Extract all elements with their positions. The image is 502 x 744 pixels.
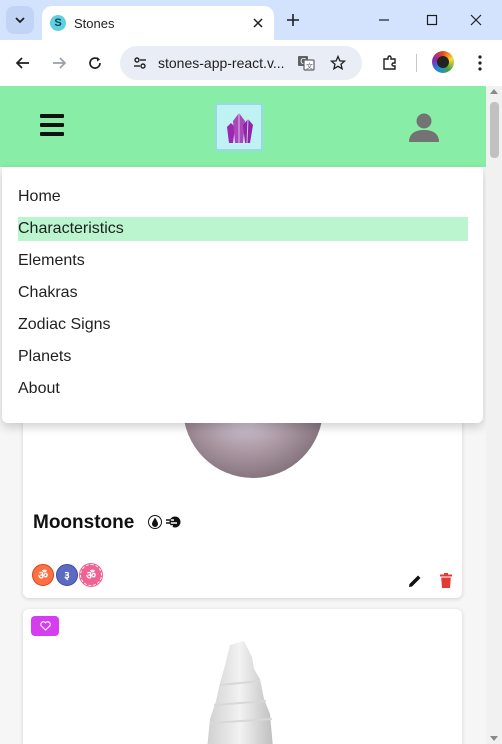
chevron-down-icon [15, 17, 25, 24]
stone-name: Moonstone [33, 512, 135, 533]
svg-text:文: 文 [306, 62, 313, 71]
tab-title: Stones [74, 15, 115, 31]
close-icon [253, 18, 263, 28]
minimize-button[interactable] [372, 8, 396, 32]
browser-menu-button[interactable] [466, 49, 494, 77]
site-info-button[interactable] [128, 51, 152, 75]
reload-button[interactable] [81, 49, 109, 77]
delete-button[interactable] [437, 571, 455, 589]
hamburger-line [40, 123, 64, 127]
stone-image [207, 641, 273, 744]
account-icon[interactable] [408, 112, 440, 142]
tab-search-button[interactable] [6, 6, 34, 34]
back-button[interactable] [9, 49, 37, 77]
heart-icon [39, 621, 51, 631]
menu-item-planets[interactable]: Planets [18, 345, 468, 369]
page-scrollbar[interactable] [486, 86, 502, 744]
chakra-sacral-icon: ॐ [32, 564, 54, 586]
profile-avatar[interactable] [432, 51, 454, 73]
stone-card[interactable]: Moonstone ॐ ३ ॐ [23, 406, 462, 598]
wind-icon [165, 514, 181, 530]
plus-icon [287, 14, 299, 26]
browser-tab[interactable]: S Stones [42, 6, 274, 40]
arrow-left-icon [15, 57, 29, 69]
translate-button[interactable]: G文 [294, 51, 318, 75]
menu-item-characteristics[interactable]: Characteristics [18, 217, 468, 241]
bookmark-button[interactable] [326, 51, 350, 75]
favorite-button[interactable] [31, 616, 59, 636]
close-icon [470, 14, 482, 26]
menu-item-chakras[interactable]: Chakras [18, 281, 468, 305]
menu-item-zodiac-signs[interactable]: Zodiac Signs [18, 313, 468, 337]
pencil-icon [409, 575, 421, 587]
hamburger-line [40, 132, 64, 136]
url-text: stones-app-react.v... [158, 55, 285, 71]
tab-close-button[interactable] [248, 13, 268, 33]
reload-icon [89, 57, 101, 69]
window-close-button[interactable] [464, 8, 488, 32]
browser-toolbar: stones-app-react.v... G文 [0, 40, 502, 86]
star-icon [330, 55, 346, 71]
maximize-button[interactable] [420, 8, 444, 32]
yin-yang-icon [437, 56, 449, 68]
page-viewport: Moonstone ॐ ३ ॐ Home Characteristics Ele… [0, 86, 486, 744]
chakra-crown-icon: ॐ [80, 564, 102, 586]
crystal-icon [227, 113, 253, 144]
menu-toggle-button[interactable] [40, 114, 64, 136]
tab-favicon: S [50, 15, 66, 31]
chakra-third-eye-icon: ३ [56, 564, 78, 586]
minimize-icon [379, 19, 389, 21]
browser-tab-bar: S Stones [0, 0, 502, 40]
maximize-icon [426, 14, 438, 26]
menu-item-home[interactable]: Home [18, 185, 468, 209]
new-tab-button[interactable] [282, 9, 304, 31]
extensions-button[interactable] [376, 49, 404, 77]
stone-card[interactable] [23, 609, 462, 744]
hamburger-line [40, 114, 64, 118]
trash-icon [440, 572, 452, 588]
puzzle-icon [383, 55, 396, 70]
water-drop-icon [147, 514, 163, 530]
menu-item-elements[interactable]: Elements [18, 249, 468, 273]
app-header [0, 86, 486, 167]
more-vert-icon [478, 55, 482, 71]
toolbar-divider [416, 54, 417, 72]
crystal-logo[interactable] [215, 103, 263, 151]
tune-icon [134, 57, 146, 69]
menu-item-about[interactable]: About [18, 377, 468, 401]
scroll-up-arrow[interactable] [490, 89, 498, 94]
edit-button[interactable] [406, 572, 424, 590]
arrow-right-icon [53, 57, 67, 69]
scrollbar-thumb[interactable] [490, 102, 499, 158]
forward-button[interactable] [45, 49, 73, 77]
scroll-down-arrow[interactable] [490, 736, 498, 741]
translate-icon: G文 [298, 56, 315, 71]
nav-menu: Home Characteristics Elements Chakras Zo… [2, 167, 483, 423]
address-bar[interactable]: stones-app-react.v... G文 [120, 46, 362, 80]
